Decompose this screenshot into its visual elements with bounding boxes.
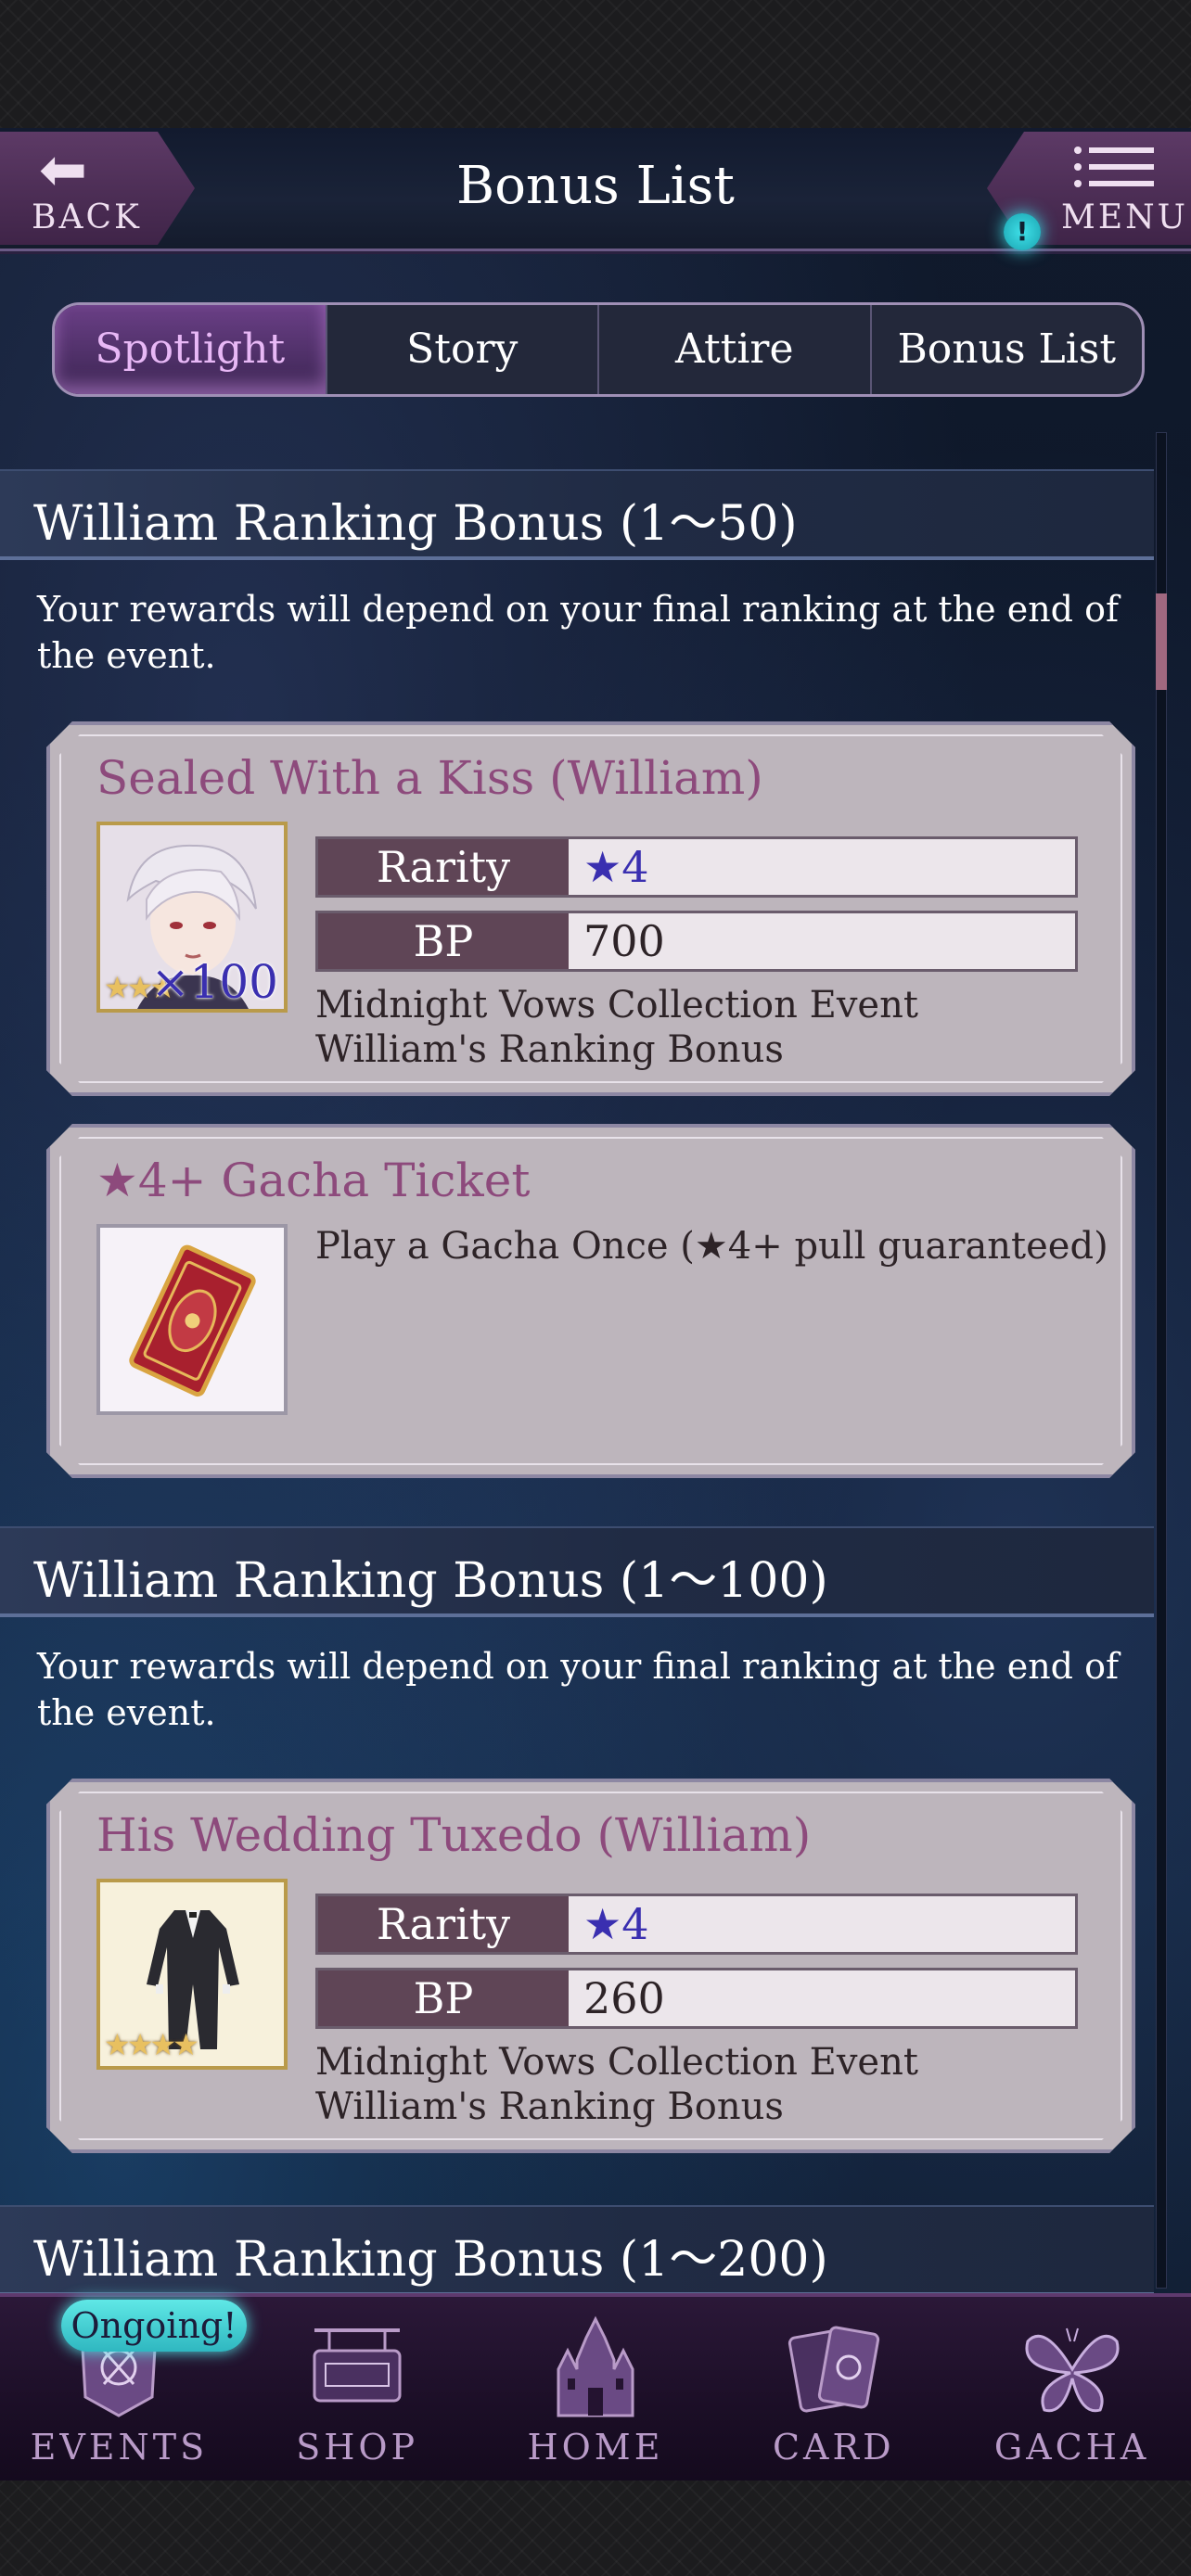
reward-title: Sealed With a Kiss (William) [96,751,763,805]
reward-card[interactable]: His Wedding Tuxedo (William) ★★★★ Rarity… [46,1779,1135,2153]
tab-spotlight[interactable]: Spotlight [55,305,327,394]
section-title: William Ranking Bonus (1～100) [33,1553,828,1609]
rarity-value: ★4 [569,839,1075,895]
rarity-label: Rarity [318,839,569,895]
shop-icon [313,2328,402,2403]
bp-value: 260 [569,1970,1075,2026]
app-screen: ⬅ BACK Bonus List MENU ! Spotlight Story… [0,128,1191,2480]
status-bar-area [0,0,1191,128]
reward-card[interactable]: ★4+ Gacha Ticket Play a Gacha Once (★4+ … [46,1124,1135,1478]
castle-icon [557,2315,634,2417]
bp-row: BP 260 [315,1968,1078,2029]
tab-bar: Spotlight Story Attire Bonus List [52,302,1145,397]
reward-thumbnail: ★★★★ [96,1879,288,2070]
bp-label: BP [318,913,569,969]
scrollbar-thumb[interactable] [1156,593,1167,690]
home-indicator-area [0,2480,1191,2576]
nav-label: GACHA [993,2427,1150,2468]
nav-card[interactable]: CARD [714,2297,953,2480]
butterfly-icon [1025,2327,1120,2413]
tab-story[interactable]: Story [327,305,599,394]
section-description: Your rewards will depend on your final r… [37,1646,1120,1733]
gacha-ticket-icon [100,1228,284,1411]
reward-description: Play a Gacha Once (★4+ pull guaranteed) [315,1225,1108,1268]
bp-label: BP [318,1970,569,2026]
reward-card[interactable]: Sealed With a Kiss (William) ★★★ ×100 Ra… [46,721,1135,1096]
reward-title: ★4+ Gacha Ticket [96,1154,531,1207]
section-header: William Ranking Bonus (1～50) [0,469,1154,560]
nav-label: CARD [772,2427,895,2468]
nav-label: SHOP [296,2427,419,2468]
reward-title: His Wedding Tuxedo (William) [96,1808,812,1862]
section-title: William Ranking Bonus (1～50) [33,496,798,552]
rarity-row: Rarity ★4 [315,836,1078,898]
nav-home[interactable]: HOME [477,2297,715,2480]
reward-thumbnail [96,1224,288,1415]
ongoing-badge: Ongoing! [61,2300,247,2352]
tab-bonus-list[interactable]: Bonus List [872,305,1143,394]
card-icon [788,2326,879,2413]
bp-row: BP 700 [315,911,1078,972]
rarity-row: Rarity ★4 [315,1894,1078,1955]
section-header: William Ranking Bonus (1～100) [0,1526,1154,1617]
tab-attire[interactable]: Attire [599,305,872,394]
reward-description: Midnight Vows Collection Event William's… [315,984,918,1071]
reward-description: Midnight Vows Collection Event William's… [315,2041,918,2128]
bp-value: 700 [569,913,1075,969]
section-header: William Ranking Bonus (1～200) [0,2205,1154,2296]
star-rating: ★★★★ [104,2027,196,2062]
quantity-label: ×100 [150,955,278,1009]
scrollbar-track[interactable] [1156,432,1167,2289]
nav-label: HOME [527,2427,664,2468]
section-description: Your rewards will depend on your final r… [37,589,1120,676]
section-title: William Ranking Bonus (1～200) [33,2232,828,2288]
menu-icon [1074,147,1154,187]
rarity-value: ★4 [569,1896,1075,1952]
menu-label: MENU [1061,198,1188,236]
nav-shop[interactable]: SHOP [238,2297,477,2480]
notification-badge: ! [1004,213,1041,250]
reward-thumbnail: ★★★ ×100 [96,822,288,1013]
rarity-label: Rarity [318,1896,569,1952]
nav-gacha[interactable]: GACHA [953,2297,1191,2480]
nav-label: EVENTS [30,2427,209,2468]
